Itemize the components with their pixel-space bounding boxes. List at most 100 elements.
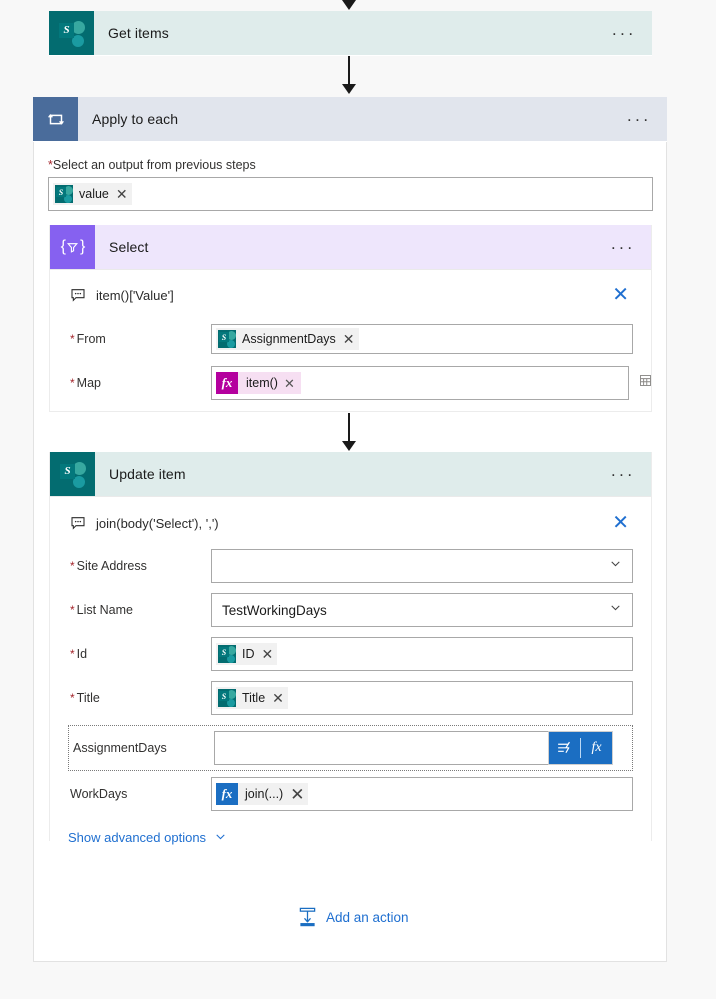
assignmentdays-editor-buttons: fx (548, 731, 613, 765)
sharepoint-s-letter: S (60, 463, 75, 479)
token-label: value (79, 187, 109, 201)
field-row-id: Id S ID ✕ (68, 637, 633, 671)
workdays-label: WorkDays (70, 787, 128, 801)
card-apply-to-each[interactable]: Apply to each ··· (33, 97, 667, 142)
from-label: From (68, 332, 211, 346)
dynamic-content-icon[interactable] (549, 731, 580, 765)
flow-designer-canvas: S Get items ··· Apply to each ··· *Selec… (0, 0, 716, 999)
token-remove-icon[interactable]: ✕ (284, 377, 295, 390)
list-name-dropdown[interactable]: TestWorkingDays (211, 593, 633, 627)
from-control[interactable]: S AssignmentDays ✕ (211, 324, 633, 354)
id-control[interactable]: S ID ✕ (211, 637, 633, 671)
sharepoint-logo-glyph: S (57, 18, 86, 48)
field-row-workdays: WorkDays fx join(...) ✕ (68, 777, 633, 811)
site-address-dropdown[interactable] (211, 549, 633, 583)
update-item-close-icon[interactable]: ✕ (612, 513, 629, 533)
select-comment-text: item()['Value'] (96, 287, 174, 303)
workdays-input-box[interactable]: fx join(...) ✕ (211, 777, 633, 811)
card-select[interactable]: {} Select ··· item()['Value'] ✕ From (49, 225, 652, 412)
chevron-down-icon[interactable] (609, 557, 622, 575)
from-input-box[interactable]: S AssignmentDays ✕ (211, 324, 633, 354)
token-title[interactable]: S Title ✕ (216, 687, 288, 709)
field-row-assignmentdays: AssignmentDays fx (68, 725, 633, 771)
advanced-options-row: Show advanced options (68, 829, 633, 865)
get-items-title: Get items (108, 25, 169, 41)
id-input-box[interactable]: S ID ✕ (211, 637, 633, 671)
card-update-item[interactable]: S Update item ··· join(body('Select'), '… (49, 452, 652, 865)
list-name-control[interactable]: TestWorkingDays (211, 593, 633, 627)
map-input-box[interactable]: fx item() ✕ (211, 366, 629, 400)
token-id[interactable]: S ID ✕ (216, 643, 278, 665)
update-item-body: join(body('Select'), ',') ✕ Site Address (50, 497, 651, 865)
token-label: Title (242, 691, 266, 705)
select-title: Select (109, 239, 149, 255)
sharepoint-icon: S (54, 184, 74, 204)
comment-icon (71, 517, 85, 530)
field-row-site-address: Site Address (68, 549, 633, 583)
select-menu-button[interactable]: ··· (611, 239, 635, 256)
table-grid-icon[interactable] (638, 373, 653, 393)
workdays-control[interactable]: fx join(...) ✕ (211, 777, 633, 811)
sharepoint-icon: S (217, 329, 237, 349)
output-input-box[interactable]: S value ✕ (48, 177, 653, 211)
show-advanced-options-link[interactable]: Show advanced options (68, 830, 227, 846)
token-label: join(...) (245, 787, 284, 801)
update-item-comment-row: join(body('Select'), ',') ✕ (68, 501, 633, 545)
token-remove-icon[interactable]: ✕ (272, 691, 284, 705)
apply-to-each-menu-button[interactable]: ··· (627, 111, 651, 128)
sharepoint-icon: S (50, 452, 95, 496)
fx-icon: fx (216, 372, 238, 394)
update-item-title: Update item (109, 466, 186, 482)
connector-arrow-get-to-loop (342, 84, 356, 94)
card-get-items[interactable]: S Get items ··· (49, 11, 652, 56)
fx-icon: fx (216, 783, 238, 805)
expression-fx-button[interactable]: fx (581, 731, 612, 765)
site-address-label: Site Address (68, 559, 211, 573)
update-item-header[interactable]: S Update item ··· (50, 452, 651, 496)
select-header[interactable]: {} Select ··· (50, 225, 651, 269)
select-filter-icon: {} (50, 225, 95, 269)
apply-to-each-header[interactable]: Apply to each ··· (33, 97, 667, 141)
update-item-comment-text: join(body('Select'), ',') (96, 515, 219, 531)
token-item-expression[interactable]: fx item() ✕ (216, 372, 301, 394)
token-remove-icon[interactable]: ✕ (262, 647, 274, 661)
chevron-down-icon (214, 830, 227, 846)
id-label: Id (68, 647, 211, 661)
get-items-header[interactable]: S Get items ··· (49, 11, 652, 55)
select-close-icon[interactable]: ✕ (612, 285, 629, 305)
field-row-from: From S AssignmentDays ✕ (68, 324, 633, 354)
map-label: Map (68, 376, 211, 390)
title-input-box[interactable]: S Title ✕ (211, 681, 633, 715)
site-address-control[interactable] (211, 549, 633, 583)
token-assignmentdays[interactable]: S AssignmentDays ✕ (216, 328, 359, 350)
assignmentdays-control[interactable]: fx (214, 731, 613, 765)
token-label: ID (242, 647, 255, 661)
list-name-label: List Name (68, 603, 211, 617)
sharepoint-icon: S (217, 688, 237, 708)
add-an-action-button[interactable]: Add an action (298, 907, 409, 928)
assignmentdays-input[interactable] (214, 731, 582, 765)
advanced-link-label: Show advanced options (68, 830, 207, 845)
token-value[interactable]: S value ✕ (53, 183, 132, 205)
chevron-down-icon[interactable] (609, 601, 622, 619)
add-action-icon (298, 907, 317, 928)
sharepoint-icon: S (217, 644, 237, 664)
get-items-menu-button[interactable]: ··· (612, 25, 636, 42)
add-action-label: Add an action (326, 910, 409, 925)
field-row-map: Map fx item() ✕ (68, 366, 651, 400)
title-control[interactable]: S Title ✕ (211, 681, 633, 715)
loop-icon (33, 97, 78, 141)
assignmentdays-label: AssignmentDays (73, 741, 167, 755)
map-control[interactable]: fx item() ✕ (211, 366, 651, 400)
token-remove-icon[interactable]: ✕ (290, 786, 304, 803)
connector-line-select-to-update (348, 413, 350, 443)
token-join-expression[interactable]: fx join(...) ✕ (216, 783, 309, 805)
field-row-list-name: List Name TestWorkingDays (68, 593, 633, 627)
update-item-menu-button[interactable]: ··· (611, 466, 635, 483)
field-row-title: Title S Title ✕ (68, 681, 633, 715)
token-label: AssignmentDays (242, 332, 336, 346)
apply-to-each-output-group: *Select an output from previous steps S … (48, 158, 653, 211)
sharepoint-s-letter: S (59, 22, 74, 38)
token-remove-icon[interactable]: ✕ (343, 332, 355, 346)
token-remove-icon[interactable]: ✕ (116, 187, 128, 201)
